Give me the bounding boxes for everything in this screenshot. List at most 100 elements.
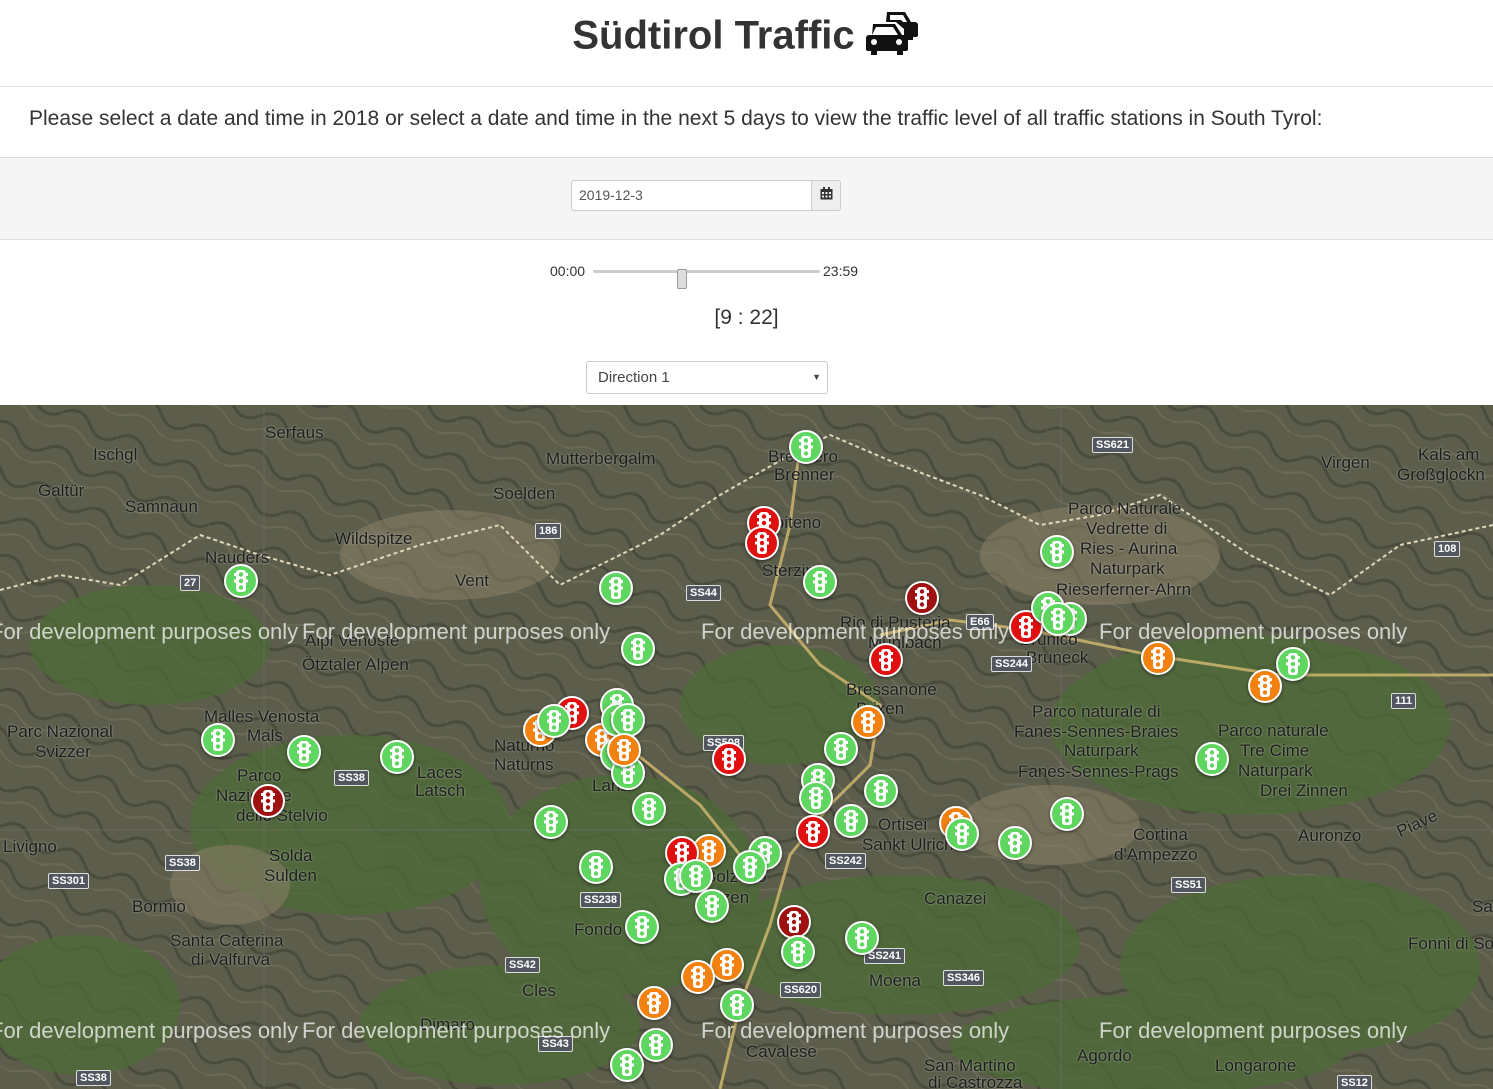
traffic-light-icon: [1051, 608, 1065, 630]
traffic-station-marker[interactable]: [869, 643, 903, 677]
map-place-label: Latsch: [415, 781, 466, 800]
map-place-label: Naturpark: [1238, 761, 1313, 780]
traffic-station-marker[interactable]: [1050, 797, 1084, 831]
traffic-station-marker[interactable]: [1041, 602, 1075, 636]
traffic-station-marker[interactable]: [251, 784, 285, 818]
map-place-label: Tre Cime: [1240, 741, 1310, 760]
calendar-icon: [820, 186, 833, 205]
traffic-station-marker[interactable]: [224, 564, 258, 598]
direction-select-value: Direction 1: [598, 369, 670, 386]
traffic-station-marker[interactable]: [599, 571, 633, 605]
traffic-station-marker[interactable]: [611, 703, 645, 737]
map-place-label: Vent: [455, 571, 490, 590]
traffic-station-marker[interactable]: [679, 859, 713, 893]
traffic-light-icon: [702, 840, 716, 862]
traffic-light-icon: [743, 856, 757, 878]
traffic-station-marker[interactable]: [1195, 742, 1229, 776]
map-watermark: For development purposes only: [0, 619, 299, 644]
direction-select[interactable]: Direction 1 ▼: [586, 361, 828, 394]
road-shield: SS244: [991, 656, 1033, 672]
traffic-station-marker[interactable]: [1248, 669, 1282, 703]
map-place-label: Santa Caterina: [170, 931, 284, 950]
traffic-light-icon: [211, 729, 225, 751]
traffic-station-marker[interactable]: [796, 815, 830, 849]
traffic-station-marker[interactable]: [710, 948, 744, 982]
traffic-station-marker[interactable]: [1276, 647, 1310, 681]
page-title: Südtirol Traffic: [0, 8, 1493, 68]
traffic-station-marker[interactable]: [799, 781, 833, 815]
road-shield: SS42: [505, 957, 540, 973]
traffic-station-marker[interactable]: [610, 1048, 644, 1082]
traffic-station-marker[interactable]: [639, 1028, 673, 1062]
traffic-light-icon: [879, 649, 893, 671]
traffic-light-icon: [544, 811, 558, 833]
road-shield: SS238: [580, 892, 622, 908]
traffic-station-marker[interactable]: [579, 850, 613, 884]
traffic-station-marker[interactable]: [621, 632, 655, 666]
map-place-label: Großglockn: [1397, 465, 1485, 484]
traffic-station-marker[interactable]: [625, 910, 659, 944]
traffic-station-marker[interactable]: [851, 705, 885, 739]
traffic-station-marker[interactable]: [824, 732, 858, 766]
intro-text: Please select a date and time in 2018 or…: [29, 107, 1323, 130]
traffic-light-icon: [722, 748, 736, 770]
map-place-label: Cavalese: [746, 1042, 817, 1061]
traffic-station-marker[interactable]: [803, 565, 837, 599]
road-shield: SS51: [1171, 877, 1206, 893]
map-place-label: Wildspitze: [335, 529, 413, 548]
traffic-station-marker[interactable]: [712, 742, 746, 776]
map-place-label: Vedrette di: [1086, 519, 1168, 538]
traffic-station-marker[interactable]: [905, 581, 939, 615]
traffic-station-marker[interactable]: [287, 735, 321, 769]
traffic-station-marker[interactable]: [695, 889, 729, 923]
road-shield: 111: [1391, 693, 1417, 709]
traffic-map[interactable]: Serfaus Ischgl Galtür Samnaun Mutterbergalm S…: [0, 405, 1493, 1089]
traffic-station-marker[interactable]: [864, 774, 898, 808]
traffic-station-marker[interactable]: [537, 704, 571, 738]
traffic-station-marker[interactable]: [998, 826, 1032, 860]
traffic-station-marker[interactable]: [632, 792, 666, 826]
map-place-label: Parco: [237, 766, 282, 785]
traffic-station-marker[interactable]: [681, 960, 715, 994]
traffic-station-marker[interactable]: [845, 921, 879, 955]
traffic-light-icon: [755, 532, 769, 554]
map-place-label: Laces: [417, 763, 463, 782]
map-place-label: Virgen: [1321, 453, 1370, 472]
traffic-station-marker[interactable]: [380, 740, 414, 774]
traffic-light-icon: [1019, 616, 1033, 638]
slider-handle[interactable]: [676, 269, 687, 289]
road-shield: SS621: [1092, 437, 1134, 453]
traffic-station-marker[interactable]: [733, 850, 767, 884]
road-shield: SS301: [48, 873, 90, 889]
traffic-station-marker[interactable]: [1040, 535, 1074, 569]
traffic-light-icon: [261, 790, 275, 812]
traffic-station-marker[interactable]: [781, 935, 815, 969]
traffic-station-marker[interactable]: [201, 723, 235, 757]
map-place-label: Ortisei: [878, 815, 928, 834]
calendar-button[interactable]: [811, 180, 841, 211]
traffic-station-marker[interactable]: [607, 733, 641, 767]
traffic-station-marker[interactable]: [834, 804, 868, 838]
traffic-light-icon: [234, 570, 248, 592]
slider-track[interactable]: [593, 269, 820, 289]
traffic-light-icon: [730, 994, 744, 1016]
road-shield: SS38: [334, 770, 369, 786]
traffic-light-icon: [809, 787, 823, 809]
time-display: [9 : 22]: [714, 306, 779, 329]
traffic-light-icon: [791, 941, 805, 963]
date-input[interactable]: 2019-12-3: [571, 180, 811, 211]
traffic-station-marker[interactable]: [777, 905, 811, 939]
traffic-light-icon: [642, 798, 656, 820]
map-place-label: Longarone: [1215, 1056, 1297, 1075]
traffic-light-icon: [1286, 653, 1300, 675]
traffic-light-icon: [1008, 832, 1022, 854]
traffic-station-marker[interactable]: [789, 430, 823, 464]
traffic-light-icon: [631, 638, 645, 660]
traffic-light-icon: [621, 709, 635, 731]
traffic-station-marker[interactable]: [720, 988, 754, 1022]
traffic-station-marker[interactable]: [637, 986, 671, 1020]
traffic-station-marker[interactable]: [534, 805, 568, 839]
traffic-station-marker[interactable]: [745, 526, 779, 560]
traffic-station-marker[interactable]: [1141, 641, 1175, 675]
traffic-station-marker[interactable]: [945, 817, 979, 851]
